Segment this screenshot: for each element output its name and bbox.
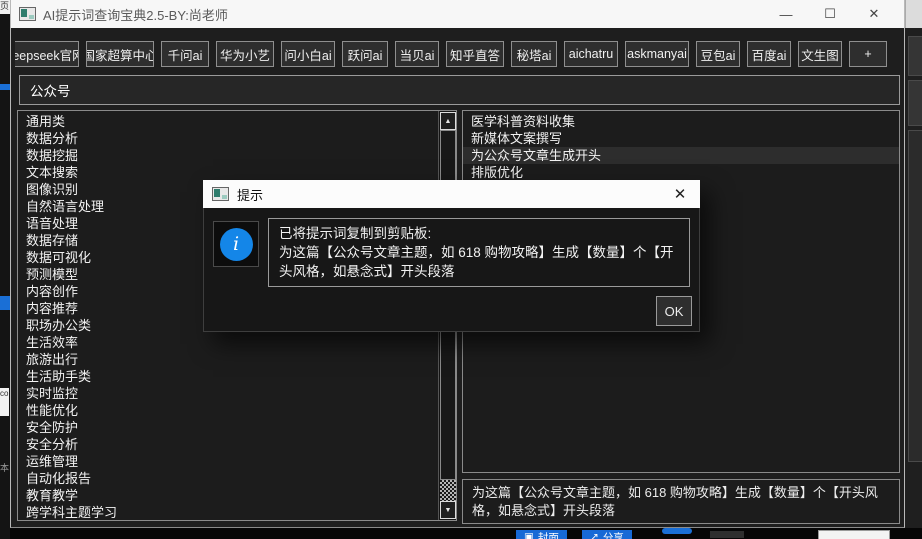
tab-deepseek[interactable]: deepseek官网 — [15, 41, 79, 67]
category-item[interactable]: 安全分析 — [18, 436, 438, 453]
scrollbar-track[interactable] — [440, 480, 456, 502]
dialog-icon — [212, 187, 229, 201]
prompt-item[interactable]: 排版优化 — [463, 164, 899, 181]
dialog-body: i 已将提示词复制到剪贴板: 为这篇【公众号文章主题，如 618 购物攻略】生成… — [203, 208, 700, 332]
tab-yuewen[interactable]: 跃问ai — [342, 41, 388, 67]
category-item[interactable]: 自动化报告 — [18, 470, 438, 487]
background-fragment: co — [0, 388, 9, 416]
info-icon: i — [220, 228, 253, 261]
tab-askmanyai[interactable]: askmanyai — [625, 41, 689, 67]
background-fragment: 本 — [0, 462, 10, 476]
prompt-preview-box[interactable]: 为这篇【公众号文章主题，如 618 购物攻略】生成【数量】个【开头风格，如悬念式… — [462, 479, 900, 524]
close-button[interactable]: ✕ — [852, 1, 896, 27]
tab-aichatru[interactable]: aichatru — [564, 41, 618, 67]
category-item[interactable]: 跨学科主题学习 — [18, 504, 438, 520]
tab-wenxiaobai[interactable]: 问小白ai — [281, 41, 335, 67]
category-item[interactable]: 安全防护 — [18, 419, 438, 436]
category-item[interactable]: 运维管理 — [18, 453, 438, 470]
tab-doubao[interactable]: 豆包ai — [696, 41, 740, 67]
cover-icon: ▣ — [524, 531, 534, 539]
dialog-close-icon[interactable]: ✕ — [669, 185, 691, 203]
tab-supercomputing[interactable]: 国家超算中心 — [86, 41, 154, 67]
category-item[interactable]: 数据分析 — [18, 130, 438, 147]
ok-button[interactable]: OK — [656, 296, 692, 326]
dialog-titlebar: 提示 ✕ — [203, 180, 700, 208]
background-fragment — [0, 84, 10, 90]
background-fragment — [908, 36, 922, 76]
category-item[interactable]: 实时监控 — [18, 385, 438, 402]
ai-site-tabbar: deepseek官网 国家超算中心 千问ai 华为小艺 问小白ai 跃问ai 当… — [15, 41, 902, 69]
tab-add-button[interactable]: + — [849, 41, 887, 67]
app-icon — [19, 7, 36, 21]
background-window-bottom-sliver: ▣ 封面 ↗ 分享 — [10, 528, 922, 539]
background-window-right-sliver — [905, 0, 922, 539]
cover-label: 封面 — [538, 530, 559, 539]
category-item[interactable]: 文本搜索 — [18, 164, 438, 181]
scroll-down-icon[interactable]: ▼ — [440, 501, 456, 519]
share-label: 分享 — [603, 530, 624, 539]
tab-dangbei[interactable]: 当贝ai — [395, 41, 439, 67]
share-button[interactable]: ↗ 分享 — [582, 530, 632, 539]
share-icon: ↗ — [590, 531, 599, 539]
dialog-message-intro: 已将提示词复制到剪贴板: — [279, 224, 679, 243]
window-titlebar: AI提示词查询宝典2.5-BY:尚老师 — ☐ ✕ — [11, 0, 904, 28]
tab-wenshengtu[interactable]: 文生图 — [798, 41, 842, 67]
background-fragment — [908, 80, 922, 126]
search-input[interactable] — [19, 75, 900, 105]
dialog-message-body: 为这篇【公众号文章主题，如 618 购物攻略】生成【数量】个【开头风格，如悬念式… — [279, 243, 679, 281]
category-item[interactable]: 生活助手类 — [18, 368, 438, 385]
tab-baidu[interactable]: 百度ai — [747, 41, 791, 67]
background-fragment — [905, 0, 922, 28]
tab-qianwen[interactable]: 千问ai — [161, 41, 209, 67]
dialog-title: 提示 — [237, 185, 669, 204]
category-item[interactable]: 教育教学 — [18, 487, 438, 504]
prompt-item-selected[interactable]: 为公众号文章生成开头 — [463, 147, 899, 164]
window-title: AI提示词查询宝典2.5-BY:尚老师 — [43, 5, 764, 24]
tab-huawei[interactable]: 华为小艺 — [216, 41, 274, 67]
background-fragment — [0, 296, 10, 310]
dialog-message: 已将提示词复制到剪贴板: 为这篇【公众号文章主题，如 618 购物攻略】生成【数… — [268, 218, 690, 287]
background-fragment — [710, 531, 744, 538]
tab-zhihu[interactable]: 知乎直答 — [446, 41, 504, 67]
category-item[interactable]: 数据挖掘 — [18, 147, 438, 164]
tab-mita[interactable]: 秘塔ai — [511, 41, 557, 67]
background-fragment — [662, 528, 692, 534]
window-controls: — ☐ ✕ — [764, 1, 896, 27]
category-item[interactable]: 性能优化 — [18, 402, 438, 419]
scroll-up-icon[interactable]: ▲ — [440, 112, 456, 130]
minimize-button[interactable]: — — [764, 1, 808, 27]
prompt-item[interactable]: 医学科普资料收集 — [463, 113, 899, 130]
background-fragment: 页 — [0, 0, 10, 14]
category-item[interactable]: 旅游出行 — [18, 351, 438, 368]
background-window-left-sliver: 页 co 本 — [0, 0, 10, 539]
notice-dialog: 提示 ✕ i 已将提示词复制到剪贴板: 为这篇【公众号文章主题，如 618 购物… — [203, 180, 700, 332]
cover-button[interactable]: ▣ 封面 — [516, 530, 567, 539]
category-item[interactable]: 通用类 — [18, 113, 438, 130]
info-icon-frame: i — [213, 221, 259, 267]
prompt-item[interactable]: 新媒体文案撰写 — [463, 130, 899, 147]
maximize-button[interactable]: ☐ — [808, 1, 852, 27]
category-item[interactable]: 生活效率 — [18, 334, 438, 351]
background-fragment — [908, 130, 922, 462]
background-fragment — [818, 530, 890, 539]
screen: 页 co 本 AI提示词查询宝典2.5-BY:尚老师 — ☐ ✕ deepsee… — [0, 0, 922, 539]
